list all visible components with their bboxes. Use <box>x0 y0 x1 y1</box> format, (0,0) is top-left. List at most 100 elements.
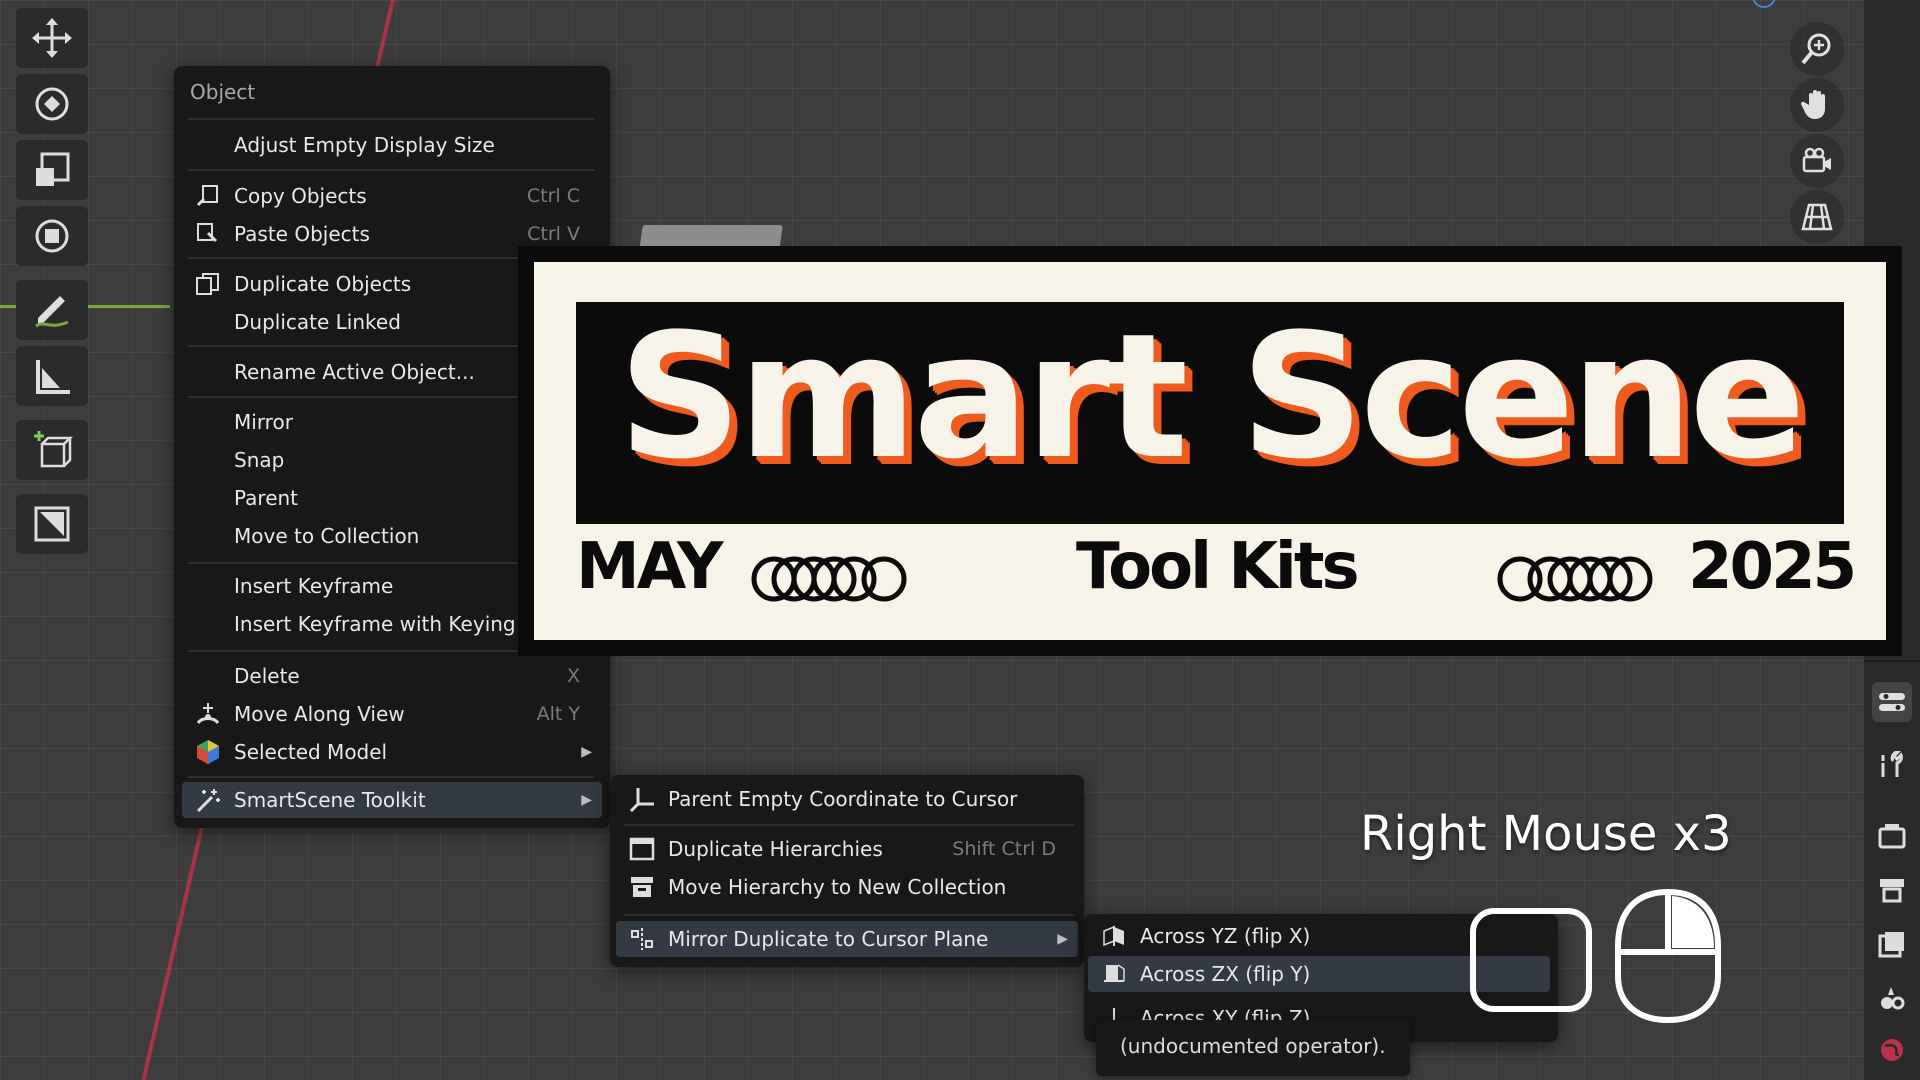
perspective-toggle-button[interactable] <box>1790 190 1844 244</box>
menu-separator <box>624 824 1074 826</box>
menu-separator <box>188 776 594 778</box>
collection-box-icon <box>631 877 653 897</box>
menu-item-label: Delete <box>234 664 300 688</box>
menu-title: Object <box>190 80 256 104</box>
wand-icon <box>196 789 220 813</box>
mouse-right-click-icon <box>1615 888 1721 1024</box>
promo-banner: Smart Scene MAY Tool Kits 2025 <box>518 246 1902 656</box>
flip-x-icon <box>1103 926 1124 947</box>
menu-item-copy-objects[interactable]: Copy Objects Ctrl C <box>182 178 602 214</box>
annotate-icon <box>35 296 69 328</box>
menu-item-shortcut: Ctrl C <box>526 185 580 207</box>
menu-item-duplicate-hierarchies[interactable]: Duplicate Hierarchies Shift Ctrl D <box>616 831 1078 867</box>
flip-y-icon <box>1104 964 1125 982</box>
scale-icon <box>36 152 70 186</box>
zoom-button[interactable] <box>1790 22 1844 76</box>
add-cube-icon <box>34 431 74 468</box>
navigation-gizmo <box>1790 22 1846 246</box>
menu-item-delete[interactable]: Delete X <box>182 658 602 694</box>
view-layer-icon <box>1878 932 1904 958</box>
menu-item-label: SmartScene Toolkit <box>234 788 426 812</box>
menu-item-shortcut: Alt Y <box>536 703 580 725</box>
banner-background: Smart Scene MAY Tool Kits 2025 <box>534 262 1886 640</box>
move-icon <box>32 18 72 58</box>
measure-icon <box>36 360 70 394</box>
menu-item-shortcut: Shift Ctrl D <box>952 838 1056 860</box>
copy-icon <box>196 185 218 207</box>
menu-separator <box>188 118 594 120</box>
scene-tab[interactable] <box>1872 978 1912 1018</box>
menu-item-label: Insert Keyframe with Keying <box>234 612 516 636</box>
menu-item-label: Mirror <box>234 410 293 434</box>
menu-item-mirror-duplicate-cursor-plane[interactable]: Mirror Duplicate to Cursor Plane ▶ <box>616 921 1078 957</box>
rotate-tool[interactable] <box>16 74 88 134</box>
image-tool[interactable] <box>16 494 88 554</box>
menu-item-smartscene-toolkit[interactable]: SmartScene Toolkit ▶ <box>182 782 602 818</box>
keyboard-key-outline <box>1470 908 1592 1012</box>
banner-title-box: Smart Scene <box>576 296 1844 524</box>
grid-perspective-icon <box>1801 203 1833 231</box>
menu-item-label: Parent <box>234 486 299 510</box>
menu-item-label: Adjust Empty Display Size <box>234 133 495 157</box>
render-icon <box>1878 824 1906 849</box>
image-icon <box>34 506 70 542</box>
move-tool[interactable] <box>16 8 88 68</box>
menu-item-label: Parent Empty Coordinate to Cursor <box>668 787 1018 811</box>
transform-tool[interactable] <box>16 206 88 266</box>
duplicate-icon <box>196 273 219 295</box>
scale-tool[interactable] <box>16 140 88 200</box>
zoom-icon <box>1801 33 1831 65</box>
menu-item-move-along-view[interactable]: Move Along View Alt Y <box>182 696 602 732</box>
world-tab[interactable] <box>1872 1030 1912 1070</box>
world-icon <box>1881 1039 1903 1061</box>
hand-pan-icon <box>1800 90 1825 119</box>
render-tab[interactable] <box>1872 816 1912 856</box>
menu-item-shortcut: X <box>566 665 580 687</box>
menu-item-label: Selected Model <box>234 740 388 764</box>
menu-item-label: Paste Objects <box>234 222 370 246</box>
tool-tab[interactable] <box>1872 746 1912 786</box>
banner-subtitle: Tool Kits <box>1076 530 1360 604</box>
scene-icon <box>1881 987 1905 1010</box>
submenu-arrow-icon: ▶ <box>1057 931 1068 947</box>
menu-item-label: Insert Keyframe <box>234 574 394 598</box>
menu-item-label: Across ZX (flip Y) <box>1140 962 1311 986</box>
banner-year: 2025 <box>1688 530 1857 604</box>
menu-item-label: Duplicate Linked <box>234 310 401 334</box>
tool-shelf <box>16 8 88 560</box>
view-layer-tab[interactable] <box>1872 924 1912 964</box>
output-tab[interactable] <box>1872 870 1912 910</box>
smartscene-toolkit-submenu: Parent Empty Coordinate to Cursor Duplic… <box>610 775 1084 967</box>
submenu-arrow-icon: ▶ <box>581 744 592 760</box>
menu-item-label: Move Hierarchy to New Collection <box>668 875 1007 899</box>
menu-item-shortcut: Ctrl V <box>527 223 580 245</box>
mirror-cursor-icon <box>631 928 653 950</box>
menu-item-adjust-empty-display-size[interactable]: Adjust Empty Display Size <box>182 127 602 163</box>
transform-icon <box>35 219 69 253</box>
menu-item-label: Rename Active Object... <box>234 360 475 384</box>
menu-item-move-hierarchy-new-collection[interactable]: Move Hierarchy to New Collection <box>616 869 1078 905</box>
menu-item-label: Move Along View <box>234 702 405 726</box>
output-icon <box>1880 879 1904 903</box>
add-cube-tool[interactable] <box>16 420 88 480</box>
camera-view-button[interactable] <box>1790 134 1844 188</box>
camera-icon <box>1802 147 1831 173</box>
banner-month: MAY <box>576 530 723 604</box>
annotate-tool[interactable] <box>16 280 88 340</box>
pan-button[interactable] <box>1790 78 1844 132</box>
menu-item-label: Move to Collection <box>234 524 420 548</box>
tooltip-text: (undocumented operator). <box>1120 1034 1386 1058</box>
tool-settings-tab[interactable] <box>1872 682 1912 722</box>
window-icon <box>629 837 655 861</box>
menu-item-parent-empty-to-cursor[interactable]: Parent Empty Coordinate to Cursor <box>616 781 1078 817</box>
menu-item-label: Copy Objects <box>234 184 367 208</box>
measure-tool[interactable] <box>16 346 88 406</box>
hexagon-color-icon <box>197 740 219 764</box>
shortcut-overlay-text: Right Mouse x3 <box>1360 806 1732 862</box>
menu-item-label: Mirror Duplicate to Cursor Plane <box>668 927 989 951</box>
move-view-icon <box>196 703 220 725</box>
gizmo-circle-icon[interactable] <box>1752 0 1776 8</box>
menu-item-selected-model[interactable]: Selected Model ▶ <box>182 734 602 770</box>
operator-tooltip: (undocumented operator). <box>1096 1020 1410 1076</box>
rings-left-icon <box>751 556 907 602</box>
